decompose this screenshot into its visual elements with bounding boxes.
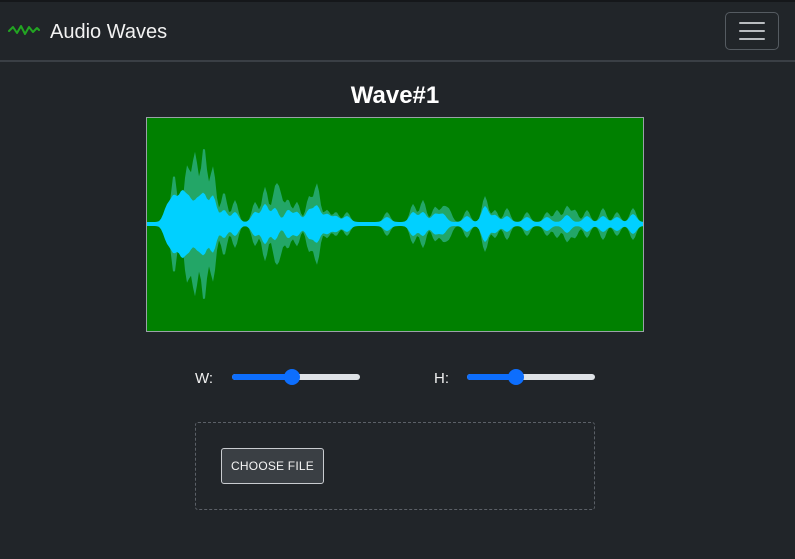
- slider-thumb[interactable]: [284, 369, 301, 385]
- wave-title: Wave#1: [350, 82, 440, 109]
- height-slider-label: H:: [434, 370, 449, 387]
- waveform-inner-envelope: [147, 189, 643, 259]
- height-slider[interactable]: [467, 369, 595, 385]
- brand-name[interactable]: Audio Waves: [50, 21, 167, 44]
- width-slider-label: W:: [195, 370, 214, 387]
- hamburger-menu-icon-bar: [739, 30, 765, 32]
- choose-file-button[interactable]: CHOOSE FILE: [221, 448, 324, 484]
- waveform-icon[interactable]: [8, 22, 40, 38]
- file-dropzone[interactable]: CHOOSE FILE: [195, 422, 595, 510]
- navbar-toggle-button[interactable]: [725, 12, 779, 50]
- slider-thumb[interactable]: [507, 369, 524, 385]
- hamburger-menu-icon-bar: [739, 38, 765, 40]
- slider-fill: [232, 374, 293, 380]
- waveform-graphic: [147, 149, 643, 299]
- waveform-display: [146, 117, 644, 332]
- width-slider[interactable]: [232, 369, 360, 385]
- navbar: Audio Waves: [0, 2, 795, 62]
- hamburger-menu-icon: [739, 22, 765, 24]
